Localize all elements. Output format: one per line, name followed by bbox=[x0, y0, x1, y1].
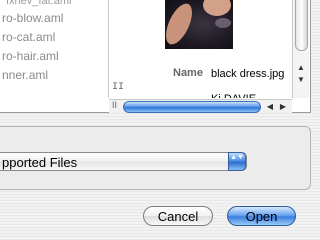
vertical-scrollbar[interactable]: ▲ ▼ bbox=[292, 0, 309, 98]
horizontal-scroll-thumb[interactable] bbox=[123, 101, 261, 113]
file-type-selected: pported Files bbox=[2, 155, 78, 170]
name-value: black dress.jpg bbox=[211, 68, 285, 80]
popup-stepper-icon[interactable]: ▲▼ bbox=[228, 152, 246, 171]
name-label: Name bbox=[173, 67, 203, 79]
file-type-popup[interactable]: pported Files ▲▼ bbox=[0, 152, 247, 171]
scroll-down-arrow-icon[interactable]: ▼ bbox=[293, 74, 309, 86]
hscroll-splitter[interactable]: II bbox=[112, 100, 117, 110]
open-button[interactable]: Open bbox=[227, 206, 296, 226]
horizontal-scrollbar[interactable]: II ◀ ▶ bbox=[109, 99, 292, 113]
vertical-scroll-thumb[interactable] bbox=[295, 0, 308, 51]
image-preview bbox=[165, 0, 233, 49]
scroll-right-arrow-icon[interactable]: ▶ bbox=[277, 100, 289, 113]
cancel-button[interactable]: Cancel bbox=[143, 206, 213, 226]
file-column: ıxnev_ıat.aml ro-blow.aml ro-cat.aml ro-… bbox=[0, 0, 109, 98]
scroll-up-arrow-icon[interactable]: ▲ bbox=[293, 62, 309, 74]
file-browser: ıxnev_ıat.aml ro-blow.aml ro-cat.aml ro-… bbox=[0, 0, 311, 113]
file-list-item[interactable]: ro-blow.aml bbox=[2, 9, 63, 28]
kind-value: Ki DAVIE bbox=[211, 94, 271, 98]
file-list-item[interactable]: ro-hair.aml bbox=[2, 47, 59, 66]
scroll-left-arrow-icon[interactable]: ◀ bbox=[264, 100, 276, 113]
file-list-item[interactable]: nner.aml bbox=[2, 66, 48, 85]
file-list-item[interactable]: ro-cat.aml bbox=[2, 28, 55, 47]
preview-column: Name black dress.jpg Ki DAVIE bbox=[109, 0, 292, 98]
